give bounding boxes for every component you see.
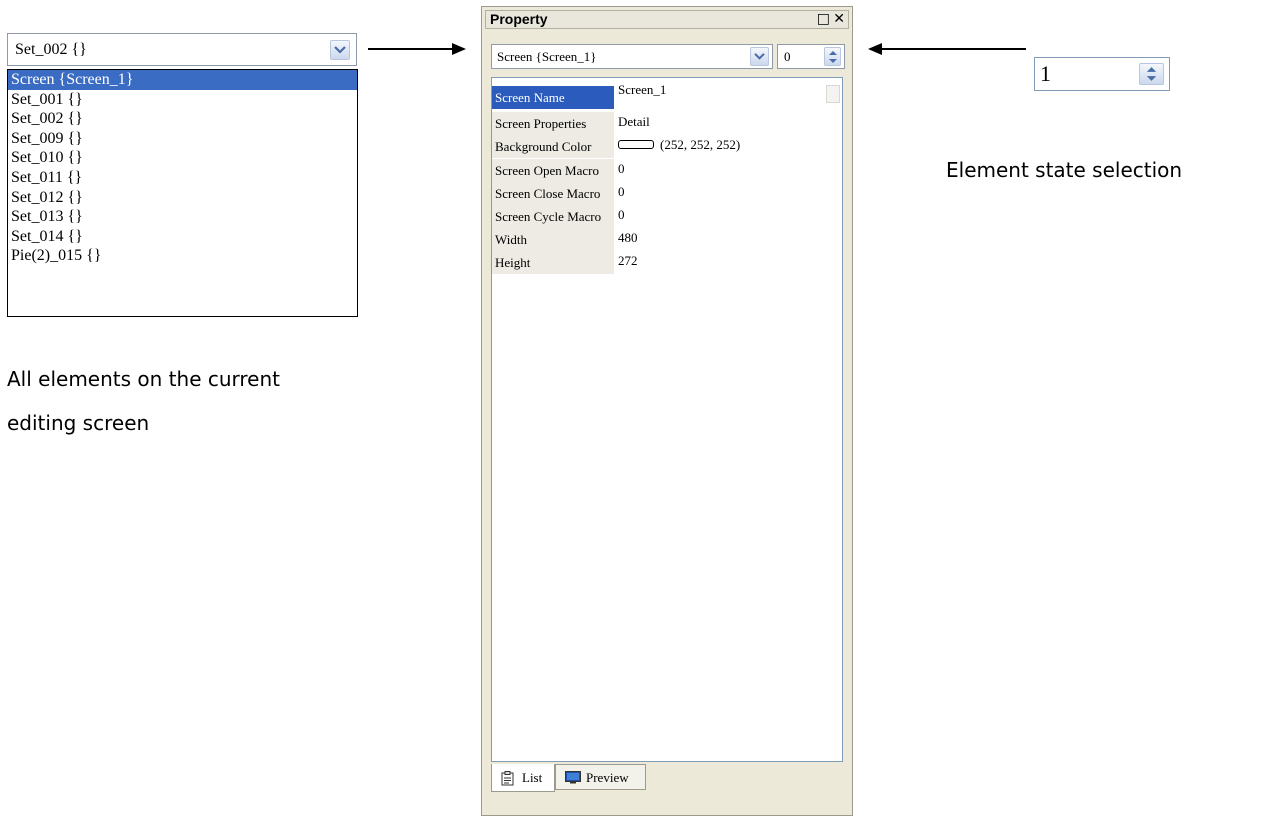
left-caption-line-2: editing screen xyxy=(7,411,150,435)
element-combo[interactable]: Screen {Screen_1} xyxy=(491,44,773,69)
property-value[interactable]: 0 xyxy=(618,205,625,228)
property-row-height[interactable]: Height 272 xyxy=(492,251,842,274)
left-caption-line-1: All elements on the current xyxy=(7,367,280,391)
state-spinner-value: 0 xyxy=(784,49,791,64)
property-title-bar: Property □ ✕ xyxy=(485,10,849,29)
bottom-tabs: List Preview xyxy=(491,764,843,792)
clipboard-icon xyxy=(501,771,514,786)
arrow-right-icon xyxy=(368,43,466,55)
property-row-background-color[interactable]: Background Color (252, 252, 252) xyxy=(492,135,842,158)
property-label: Screen Name xyxy=(492,86,614,109)
property-label: Height xyxy=(492,251,614,274)
element-state-spinner-value: 1 xyxy=(1040,61,1051,86)
property-value[interactable]: 480 xyxy=(618,228,638,251)
state-spinner[interactable]: 0 xyxy=(777,44,845,69)
property-value[interactable]: Screen_1 xyxy=(618,80,666,103)
list-item[interactable]: Set_001 {} xyxy=(8,90,357,110)
property-label: Screen Cycle Macro xyxy=(492,205,614,228)
chevron-down-icon[interactable] xyxy=(750,47,769,66)
property-label: Screen Close Macro xyxy=(492,182,614,205)
list-item[interactable]: Set_010 {} xyxy=(8,148,357,168)
list-item[interactable]: Set_002 {} xyxy=(8,109,357,129)
tab-preview-label: Preview xyxy=(586,770,629,785)
property-title: Property xyxy=(490,11,548,27)
property-row-width[interactable]: Width 480 xyxy=(492,228,842,251)
arrow-left-icon xyxy=(868,43,1026,55)
color-value-text: (252, 252, 252) xyxy=(660,137,741,152)
property-value[interactable]: 272 xyxy=(618,251,638,274)
property-label: Screen Open Macro xyxy=(492,159,614,182)
spin-up-icon[interactable] xyxy=(828,50,837,56)
list-item[interactable]: Set_013 {} xyxy=(8,207,357,227)
spin-down-icon[interactable] xyxy=(1146,75,1157,82)
spin-down-icon[interactable] xyxy=(828,58,837,64)
element-dropdown[interactable]: Set_002 {} xyxy=(7,33,357,66)
list-item[interactable]: Set_012 {} xyxy=(8,188,357,208)
property-row-screen-cycle-macro[interactable]: Screen Cycle Macro 0 xyxy=(492,205,842,228)
element-combo-value: Screen {Screen_1} xyxy=(497,49,597,64)
property-row-screen-open-macro[interactable]: Screen Open Macro 0 xyxy=(492,159,842,182)
list-item[interactable]: Screen {Screen_1} xyxy=(8,70,357,90)
property-label: Width xyxy=(492,228,614,251)
chevron-down-icon[interactable] xyxy=(330,40,350,60)
spin-up-icon[interactable] xyxy=(1146,66,1157,73)
element-state-spinner[interactable]: 1 xyxy=(1034,57,1170,91)
tab-list[interactable]: List xyxy=(491,764,555,792)
property-label: Screen Properties xyxy=(492,112,614,135)
tab-preview[interactable]: Preview xyxy=(555,764,646,790)
color-swatch xyxy=(618,139,654,149)
spin-buttons[interactable] xyxy=(824,47,841,66)
property-value[interactable]: (252, 252, 252) xyxy=(618,135,740,158)
property-value[interactable]: 0 xyxy=(618,182,625,205)
list-item[interactable]: Set_014 {} xyxy=(8,227,357,247)
list-item[interactable]: Set_009 {} xyxy=(8,129,357,149)
tab-list-label: List xyxy=(522,770,543,785)
property-label: Background Color xyxy=(492,135,614,158)
close-icon[interactable]: ✕ xyxy=(833,12,845,27)
property-grid: Screen Name Screen_1 Screen Properties D… xyxy=(491,77,843,762)
list-item[interactable]: Set_011 {} xyxy=(8,168,357,188)
monitor-icon xyxy=(565,771,581,784)
property-row-screen-properties[interactable]: Screen Properties Detail xyxy=(492,112,842,135)
value-editor-button[interactable] xyxy=(826,85,840,103)
property-value[interactable]: 0 xyxy=(618,159,625,182)
right-caption: Element state selection xyxy=(946,158,1183,182)
property-row-screen-close-macro[interactable]: Screen Close Macro 0 xyxy=(492,182,842,205)
restore-icon[interactable]: □ xyxy=(817,12,830,27)
element-dropdown-value: Set_002 {} xyxy=(15,41,87,58)
property-value[interactable]: Detail xyxy=(618,112,650,135)
element-list[interactable]: Screen {Screen_1} Set_001 {} Set_002 {} … xyxy=(7,69,358,317)
property-window: Property □ ✕ Screen {Screen_1} 0 Screen … xyxy=(481,6,853,816)
list-item[interactable]: Pie(2)_015 {} xyxy=(8,246,357,266)
property-row-screen-name[interactable]: Screen Name Screen_1 xyxy=(492,82,842,109)
spin-buttons[interactable] xyxy=(1139,63,1164,85)
